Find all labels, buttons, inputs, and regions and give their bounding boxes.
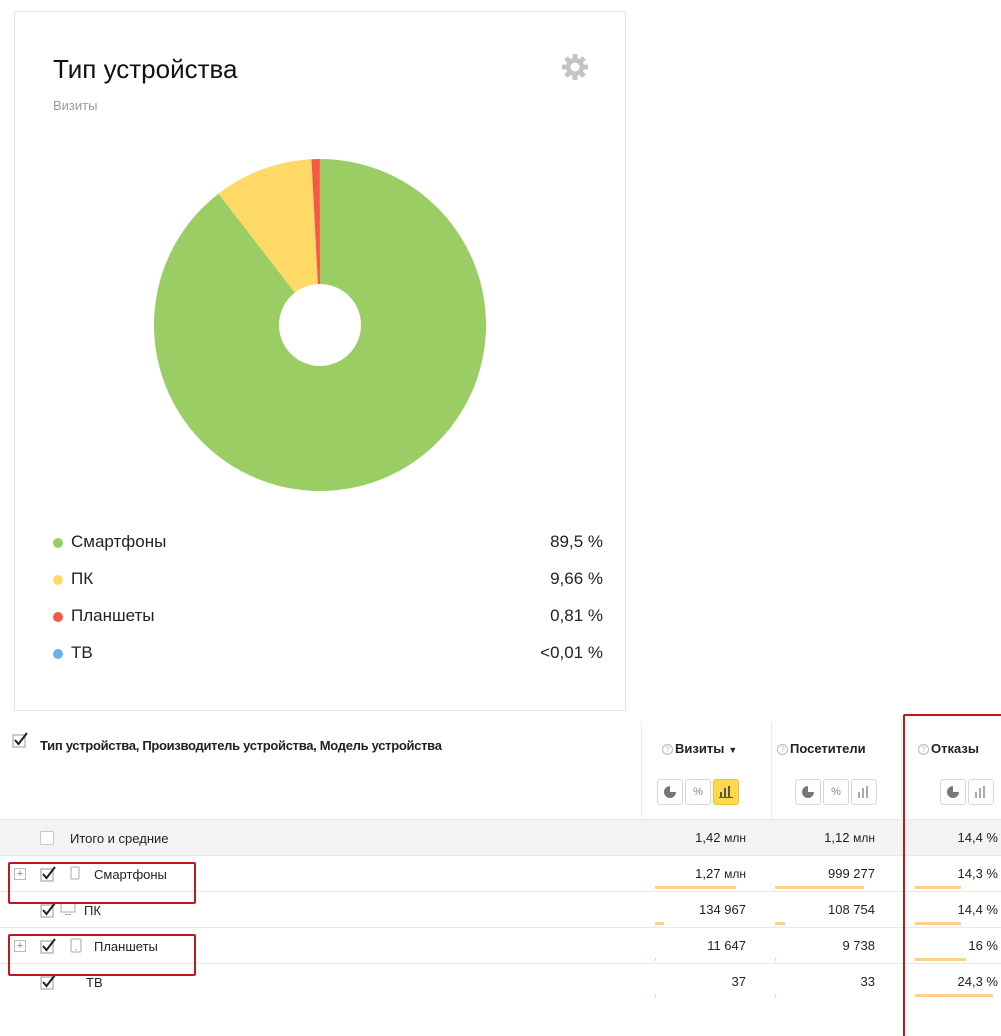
cell-visits: 1,27 млн bbox=[695, 866, 746, 881]
desktop-icon bbox=[60, 902, 76, 919]
row-label: ТВ bbox=[86, 975, 103, 990]
checkbox-checked-icon[interactable] bbox=[12, 732, 28, 748]
bar-icon[interactable] bbox=[851, 779, 877, 805]
checkbox-checked-icon[interactable] bbox=[40, 902, 56, 918]
totals-visits: 1,42 млн bbox=[695, 830, 746, 845]
table-header: Тип устройства, Производитель устройства… bbox=[0, 722, 1001, 818]
cell-visitors: 33 bbox=[860, 974, 875, 989]
highlight-smartphones bbox=[8, 862, 196, 904]
cell-visits: 37 bbox=[731, 974, 746, 989]
percent-icon[interactable]: % bbox=[823, 779, 849, 805]
totals-visitors: 1,12 млн bbox=[824, 830, 875, 845]
sort-desc-icon[interactable]: ▼ bbox=[728, 745, 737, 755]
visits-view-buttons: % bbox=[657, 779, 741, 805]
row-label: ПК bbox=[84, 903, 101, 918]
device-type-widget: Тип устройства Визиты Смартфоны 89,5 % ПК 9… bbox=[14, 11, 626, 711]
device-pie-chart bbox=[153, 159, 487, 491]
widget-title: Тип устройства bbox=[53, 54, 238, 84]
help-icon[interactable]: ? bbox=[662, 744, 673, 755]
visits-share-bar bbox=[655, 886, 746, 889]
legend-item[interactable]: ТВ <0,01 % bbox=[51, 643, 603, 680]
legend-label: ТВ bbox=[71, 643, 93, 662]
checkbox-checked-icon[interactable] bbox=[40, 974, 56, 990]
legend-item[interactable]: ПК 9,66 % bbox=[51, 569, 603, 606]
highlight-tablets bbox=[8, 934, 196, 976]
gear-icon[interactable] bbox=[560, 52, 590, 82]
visitors-share-bar bbox=[775, 994, 875, 997]
legend-dot-icon bbox=[53, 649, 63, 659]
legend-label: ПК bbox=[71, 569, 94, 588]
legend-value: 0,81 % bbox=[550, 606, 603, 625]
legend-dot-icon bbox=[53, 538, 63, 548]
visitors-share-bar bbox=[775, 922, 875, 925]
donut-hole bbox=[279, 284, 361, 366]
totals-row: Итого и средние 1,42 млн 1,12 млн 14,4 % bbox=[0, 819, 1001, 855]
column-divider bbox=[901, 722, 902, 818]
widget-subtitle: Визиты bbox=[53, 98, 98, 113]
visitors-share-bar bbox=[775, 958, 875, 961]
visits-share-bar bbox=[655, 994, 746, 997]
pie-icon[interactable] bbox=[657, 779, 683, 805]
legend-dot-icon bbox=[53, 612, 63, 622]
cell-visitors: 108 754 bbox=[828, 902, 875, 917]
legend-dot-icon bbox=[53, 575, 63, 585]
legend-label: Смартфоны bbox=[71, 532, 167, 551]
column-header-visitors[interactable]: ? Посетители bbox=[777, 741, 866, 756]
legend-item[interactable]: Смартфоны 89,5 % bbox=[51, 532, 603, 569]
legend-item[interactable]: Планшеты 0,81 % bbox=[51, 606, 603, 643]
column-divider bbox=[641, 722, 642, 818]
bar-icon[interactable] bbox=[713, 779, 739, 805]
cell-visits: 11 647 bbox=[707, 938, 746, 953]
dimensions-title[interactable]: Тип устройства, Производитель устройства… bbox=[40, 738, 442, 753]
row-label: Итого и средние bbox=[70, 831, 169, 846]
legend-value: 9,66 % bbox=[550, 569, 603, 588]
legend-value: <0,01 % bbox=[540, 643, 603, 662]
cell-visits: 134 967 bbox=[699, 902, 746, 917]
legend-label: Планшеты bbox=[71, 606, 155, 625]
visits-share-bar bbox=[655, 958, 746, 961]
visitors-share-bar bbox=[775, 886, 875, 889]
visitors-view-buttons: % bbox=[795, 779, 879, 805]
column-header-visits[interactable]: ? Визиты ▼ bbox=[662, 741, 737, 756]
checkbox-empty[interactable] bbox=[40, 831, 54, 845]
report-table: Тип устройства, Производитель устройства… bbox=[0, 714, 1001, 1036]
visits-share-bar bbox=[655, 922, 746, 925]
chart-legend: Смартфоны 89,5 % ПК 9,66 % Планшеты 0,81 % ТВ <… bbox=[51, 532, 603, 680]
cell-visitors: 9 738 bbox=[842, 938, 875, 953]
legend-value: 89,5 % bbox=[550, 532, 603, 551]
pie-icon[interactable] bbox=[795, 779, 821, 805]
percent-icon[interactable]: % bbox=[685, 779, 711, 805]
highlight-bounces-column bbox=[903, 714, 1001, 1036]
cell-visitors: 999 277 bbox=[828, 866, 875, 881]
help-icon[interactable]: ? bbox=[777, 744, 788, 755]
column-divider bbox=[771, 722, 772, 818]
